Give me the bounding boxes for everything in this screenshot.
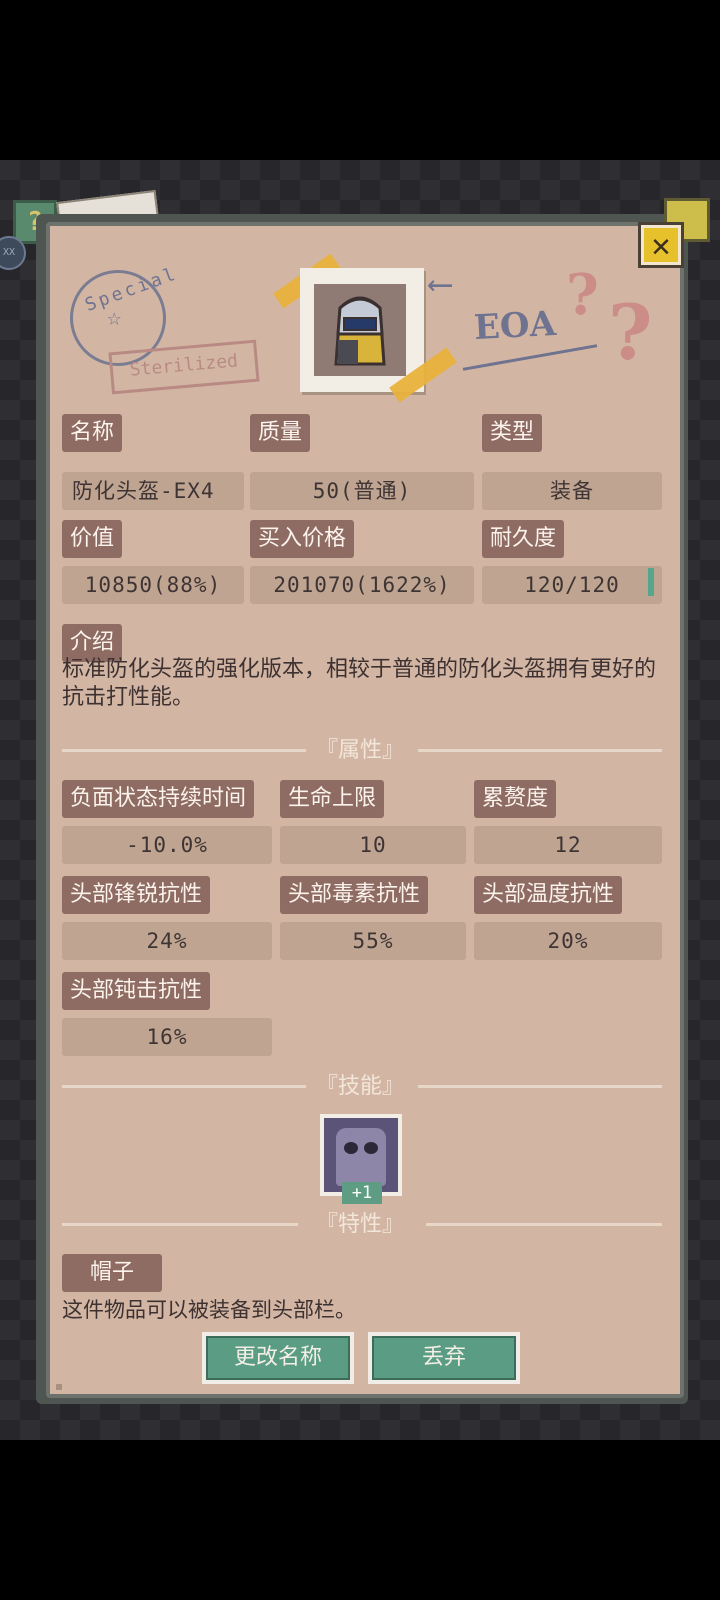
question-mark-icon: ? [608,288,653,377]
divider [62,1223,298,1226]
attr-label-head-blunt-res: 头部钝击抗性 [62,972,211,1010]
attr-value-head-blunt-res: 16% [62,1018,272,1056]
attr-label-head-temp-res: 头部温度抗性 [474,876,623,914]
durability-bar [648,568,654,596]
item-durability-value: 120/120 [482,566,662,604]
attr-value-debuff-duration: -10.0% [62,826,272,864]
item-description: 标准防化头盔的强化版本，相较于普通的防化头盔拥有更好的抗击打性能。 [62,657,657,710]
eoa-logo: EOA [473,303,557,349]
attr-label-debuff-duration: 负面状态持续时间 [62,780,255,818]
gas-mask-face-icon [324,1118,398,1192]
skill-level-badge: +1 [342,1182,382,1204]
attributes-section-title: 『属性』 [315,738,404,763]
item-type-value: 装备 [482,472,662,510]
attr-value-encumbrance: 12 [474,826,662,864]
divider [62,1085,306,1088]
item-value-value: 10850(88%) [62,566,244,604]
attr-label-head-toxin-res: 头部毒素抗性 [280,876,429,914]
close-icon: ✕ [644,228,678,262]
question-mark-icon: ? [566,262,599,328]
divider [426,1223,662,1226]
field-label-durability: 耐久度 [482,520,565,558]
discard-button[interactable]: 丢弃 [368,1332,520,1384]
close-button[interactable]: ✕ [638,222,684,268]
attr-label-max-hp: 生命上限 [280,780,385,818]
attr-value-head-temp-res: 20% [474,922,662,960]
item-name-value[interactable]: 防化头盔-EX4 [62,472,244,510]
divider [418,749,662,752]
divider [418,1085,662,1088]
field-label-quality: 质量 [250,414,311,452]
helmet-icon [334,296,386,366]
field-label-name: 名称 [62,414,123,452]
divider [62,749,306,752]
item-buy-price-value: 201070(1622%) [250,566,474,604]
skills-section-title: 『技能』 [315,1074,404,1099]
item-quality-value: 50(普通) [250,472,474,510]
attr-value-head-sharp-res: 24% [62,922,272,960]
trait-description: 这件物品可以被装备到头部栏。 [62,1298,356,1322]
attr-label-head-sharp-res: 头部锋锐抗性 [62,876,211,914]
field-label-type: 类型 [482,414,543,452]
field-label-buy-price: 买入价格 [250,520,355,558]
corner-decoration [56,1384,62,1390]
star-icon: ☆ [107,303,122,331]
rename-button-label: 更改名称 [206,1336,350,1380]
trait-label-hat: 帽子 [62,1254,162,1292]
rename-button[interactable]: 更改名称 [202,1332,354,1384]
discard-button-label: 丢弃 [372,1336,516,1380]
attr-value-max-hp: 10 [280,826,466,864]
attr-label-encumbrance: 累赘度 [474,780,557,818]
arrow-icon: ⟵ [430,264,451,304]
traits-section-title: 『特性』 [315,1212,404,1237]
field-label-value: 价值 [62,520,123,558]
item-portrait [300,268,424,392]
attr-value-head-toxin-res: 55% [280,922,466,960]
